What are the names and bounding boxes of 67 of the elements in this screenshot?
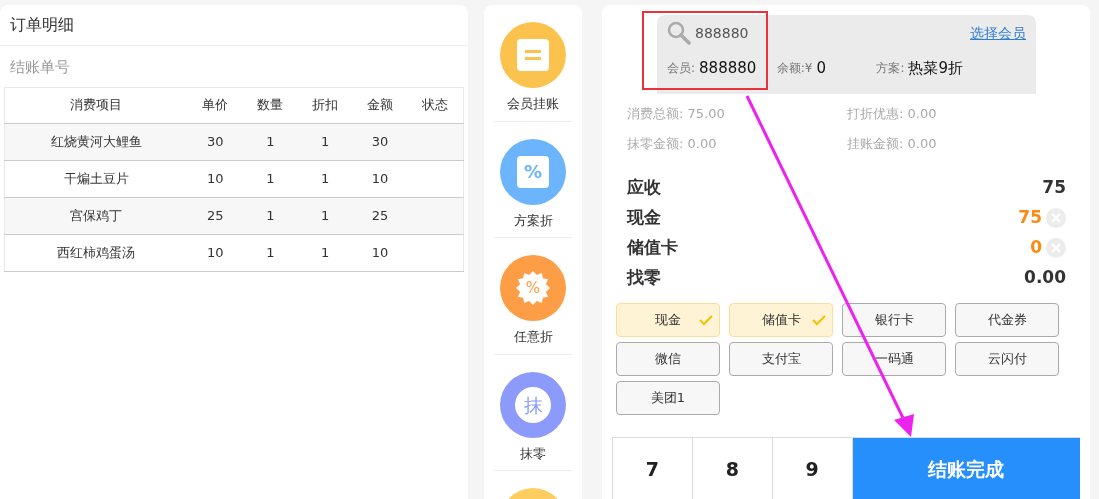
column-header: 状态 <box>407 87 464 123</box>
action-label[interactable]: 任意折 <box>513 327 553 347</box>
summary-item: 消费总额: 75.00 <box>627 105 726 123</box>
search-icon[interactable] <box>667 21 691 45</box>
column-header: 金额 <box>352 87 408 123</box>
summary-item: 挂账金额: 0.00 <box>847 134 938 153</box>
action-label[interactable]: 方案折 <box>513 210 553 230</box>
table-cell: 1 <box>321 207 330 223</box>
table-cell: 红烧黄河大鲤鱼 <box>50 133 142 149</box>
summary-item: 抹零金额: 0.00 <box>627 134 718 153</box>
table-cell: 30 <box>207 133 224 149</box>
action-label[interactable]: 抹零 <box>520 443 546 463</box>
table-cell: 25 <box>207 207 224 223</box>
table-cell: 1 <box>266 170 275 186</box>
table-cell: 干煸土豆片 <box>63 170 129 186</box>
field-label: 会员: <box>667 60 696 78</box>
check-icon <box>812 315 826 326</box>
payment-method-button[interactable]: 储值卡 <box>729 303 833 337</box>
table-cell: 1 <box>321 133 330 149</box>
summary-item: 打折优惠: 0.00 <box>847 105 938 123</box>
field-value: 888880 <box>699 58 757 79</box>
table-cell: 1 <box>266 207 275 223</box>
amount-value: 0 <box>1030 236 1042 260</box>
amount-label: 找零 <box>627 266 661 290</box>
column-header: 单价 <box>187 87 243 123</box>
payment-method-button[interactable]: 一码通 <box>842 342 946 376</box>
field-label: 方案: <box>876 60 905 78</box>
table-cell: 西红柿鸡蛋汤 <box>57 244 136 260</box>
field-value: 热菜9折 <box>908 58 963 79</box>
column-header: 消费项目 <box>4 87 188 123</box>
checkout-number-label: 结账单号 <box>9 57 71 78</box>
payment-method-button[interactable]: 支付宝 <box>729 342 833 376</box>
payment-method-button[interactable]: 代金券 <box>955 303 1059 337</box>
percent-icon: % <box>500 138 566 205</box>
table-cell: 10 <box>207 170 224 186</box>
search-value[interactable]: 888880 <box>695 22 749 44</box>
check-icon <box>699 315 713 326</box>
round-off-icon: 抹 <box>500 371 566 438</box>
amount-value: 75 <box>1042 176 1066 200</box>
table-cell: 10 <box>207 244 224 260</box>
discount-badge-icon: % <box>500 255 566 321</box>
table-cell: 25 <box>371 207 389 223</box>
payment-method-button[interactable]: 美团1 <box>616 381 720 415</box>
payment-method-button[interactable]: 银行卡 <box>842 303 946 337</box>
table-cell: 1 <box>321 170 330 186</box>
amount-label: 储值卡 <box>627 236 678 260</box>
table-cell: 1 <box>266 244 275 260</box>
payment-method-button[interactable]: 现金 <box>616 303 720 337</box>
payment-method-button[interactable]: 微信 <box>616 342 720 376</box>
column-header: 数量 <box>242 87 298 123</box>
amount-label: 现金 <box>627 206 661 230</box>
field-label: 余额:¥ <box>776 60 813 78</box>
field-value: 0 <box>816 58 826 79</box>
amount-value: 75 <box>1018 206 1042 230</box>
table-cell: 1 <box>266 133 275 149</box>
payment-method-button[interactable]: 云闪付 <box>955 342 1059 376</box>
table-cell: 10 <box>371 244 389 260</box>
table-cell: 宫保鸡丁 <box>70 207 123 223</box>
table-cell: 30 <box>371 133 389 149</box>
panel-title: 订单明细 <box>0 5 468 46</box>
table-cell: 1 <box>321 244 330 260</box>
amount-label: 应收 <box>627 176 661 200</box>
action-label[interactable]: 会员挂账 <box>507 94 559 114</box>
column-header: 折扣 <box>297 87 353 123</box>
table-cell: 10 <box>371 170 389 186</box>
select-member-link[interactable]: 选择会员 <box>970 22 1026 44</box>
amount-value: 0.00 <box>1024 266 1066 290</box>
